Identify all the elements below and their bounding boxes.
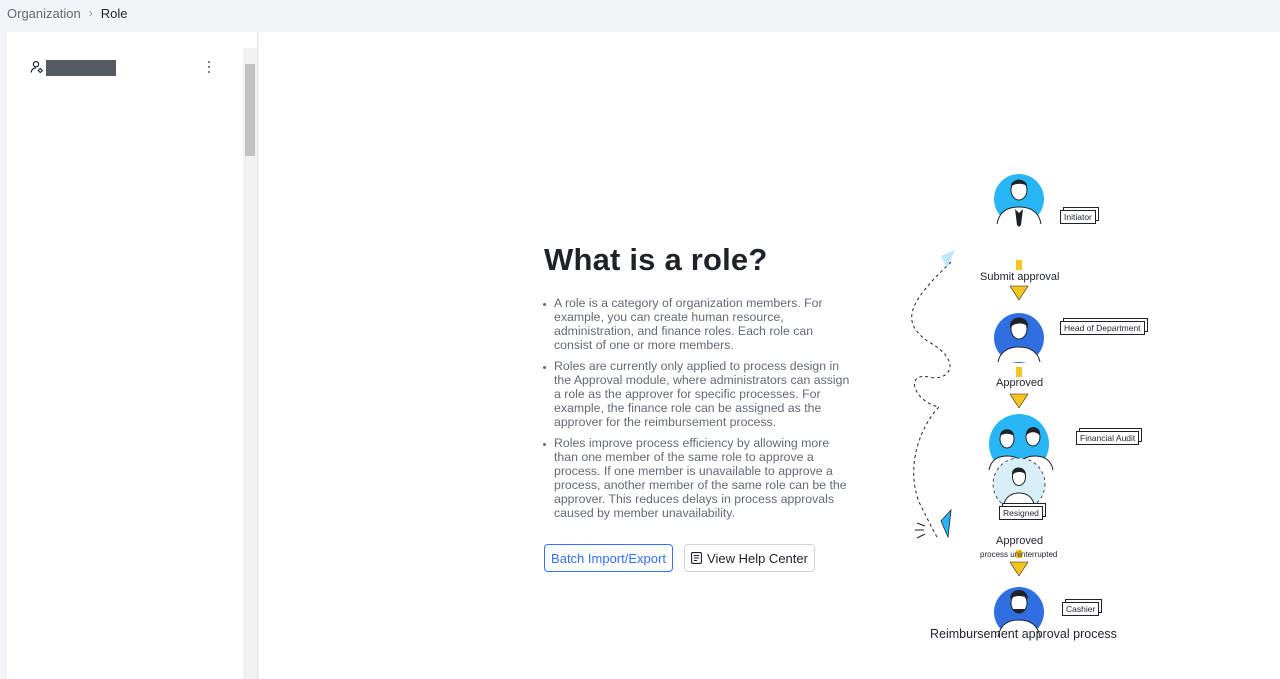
batch-import-export-button[interactable]: Batch Import/Export bbox=[544, 544, 673, 572]
paper-plane-icon bbox=[940, 508, 952, 539]
role-name-redacted bbox=[46, 60, 116, 76]
cashier-tag: Cashier bbox=[1062, 602, 1100, 616]
head-of-department-tag: Head of Department bbox=[1060, 321, 1145, 335]
intro-bullet: Roles are currently only applied to proc… bbox=[541, 359, 851, 429]
arrow-down-icon bbox=[1009, 393, 1029, 409]
flow-caption: Reimbursement approval process bbox=[930, 627, 1117, 641]
approved-label: Approved bbox=[996, 535, 1044, 547]
breadcrumb: Organization › Role bbox=[7, 5, 127, 21]
intro-bullet: Roles improve process efficiency by allo… bbox=[541, 436, 851, 520]
resigned-tag: Resigned bbox=[999, 506, 1043, 520]
more-vertical-icon[interactable] bbox=[203, 56, 215, 78]
arrow-down-icon bbox=[1009, 285, 1029, 301]
submit-approval-label: Submit approval bbox=[980, 271, 1060, 283]
view-help-center-button[interactable]: View Help Center bbox=[684, 544, 815, 572]
view-help-center-label: View Help Center bbox=[707, 550, 808, 566]
main-content: What is a role? A role is a category of … bbox=[259, 32, 1280, 679]
approval-flow-graphic bbox=[911, 174, 1054, 638]
initiator-tag: Initiator bbox=[1060, 210, 1096, 224]
approval-flow-illustration: Initiator Submit approval Head of Depart… bbox=[899, 162, 1199, 652]
document-icon bbox=[691, 552, 702, 564]
arrow-down-icon bbox=[1009, 561, 1029, 577]
breadcrumb-organization[interactable]: Organization bbox=[7, 6, 81, 21]
approved-label: Approved bbox=[996, 377, 1044, 389]
initiator-avatar-icon bbox=[994, 174, 1044, 227]
breadcrumb-role: Role bbox=[100, 5, 128, 21]
role-sidebar bbox=[7, 32, 258, 679]
department-head-avatar-icon bbox=[994, 313, 1044, 363]
intro-title: What is a role? bbox=[544, 242, 768, 277]
motion-lines bbox=[915, 522, 926, 539]
role-list-item[interactable] bbox=[7, 54, 243, 80]
role-user-icon bbox=[30, 60, 43, 74]
financial-audit-tag: Financial Audit bbox=[1076, 431, 1140, 445]
intro-bullet: A role is a category of organization mem… bbox=[541, 296, 851, 352]
dashed-loop bbox=[911, 261, 952, 538]
sidebar-scrollbar-thumb[interactable] bbox=[245, 64, 255, 156]
chevron-right-icon: › bbox=[88, 6, 93, 20]
intro-bullet-list: A role is a category of organization mem… bbox=[541, 296, 851, 527]
paper-plane-icon bbox=[941, 250, 955, 268]
financial-audit-group-icon bbox=[988, 414, 1054, 511]
process-uninterrupted-label: process uninterrupted bbox=[980, 550, 1058, 559]
